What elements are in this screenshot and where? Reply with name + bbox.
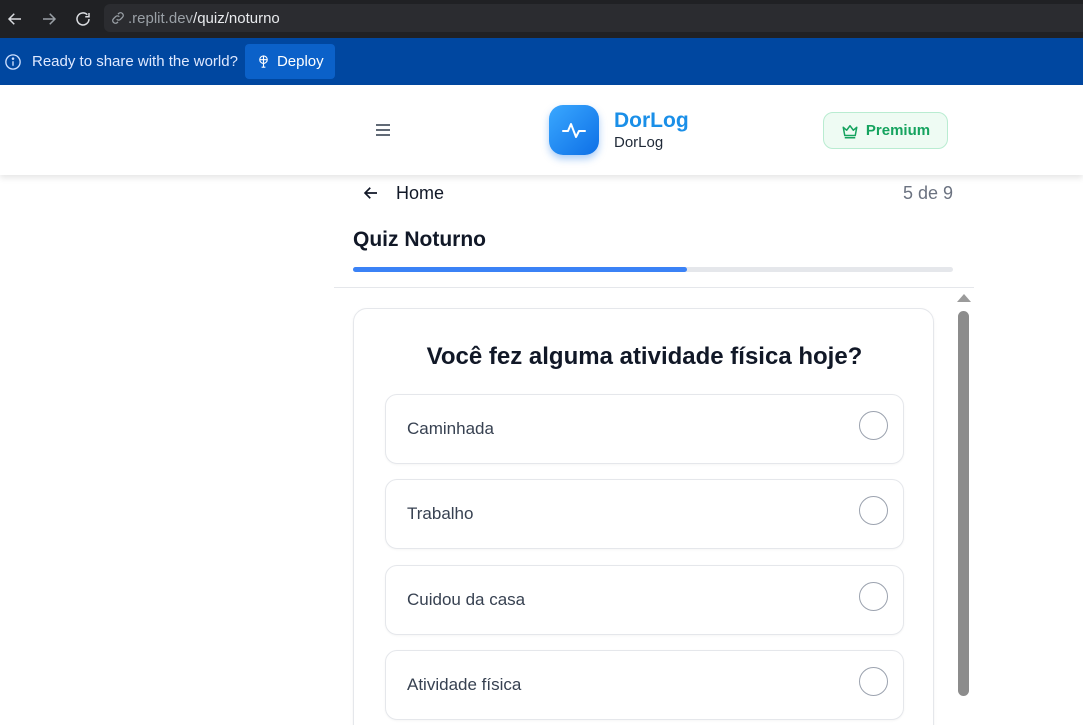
progress-fill	[353, 267, 687, 272]
address-bar[interactable]: .replit.dev/quiz/noturno	[104, 4, 1083, 32]
crown-icon	[842, 124, 858, 138]
browser-toolbar: .replit.dev/quiz/noturno	[0, 0, 1083, 38]
banner-text: Ready to share with the world?	[32, 53, 238, 70]
option-item[interactable]: Cuidou da casa	[385, 565, 904, 635]
option-label: Atividade física	[407, 675, 522, 694]
url-path: /quiz/noturno	[193, 9, 280, 27]
app-header: DorLog DorLog Premium	[0, 85, 1083, 175]
quiz-title: Quiz Noturno	[353, 228, 486, 251]
back-home-link[interactable]: Home	[362, 182, 444, 204]
divider	[334, 287, 974, 288]
url-text: .replit.dev/quiz/noturno	[128, 10, 280, 27]
option-label: Caminhada	[407, 419, 494, 438]
question-text: Você fez alguma atividade física hoje?	[426, 343, 863, 370]
option-item[interactable]: Atividade física	[385, 650, 904, 720]
arrow-back-icon[interactable]	[0, 2, 32, 36]
option-item[interactable]: Caminhada	[385, 394, 904, 464]
question-card: Você fez alguma atividade física hoje? C…	[353, 308, 934, 725]
radio-button[interactable]	[859, 496, 888, 525]
brand-subtitle: DorLog	[614, 134, 664, 151]
url-domain: .replit.dev	[128, 9, 194, 27]
link-icon	[112, 12, 124, 24]
option-item[interactable]: Trabalho	[385, 479, 904, 549]
arrow-left-icon	[363, 187, 377, 199]
radio-button[interactable]	[859, 582, 888, 611]
deploy-button[interactable]: Deploy	[244, 44, 335, 79]
premium-label: Premium	[865, 122, 931, 139]
step-counter: 5 de 9	[902, 183, 953, 203]
info-icon	[5, 53, 21, 70]
option-label: Cuidou da casa	[407, 590, 526, 609]
progress-bar	[353, 267, 953, 272]
reload-icon[interactable]	[66, 2, 100, 36]
premium-button[interactable]: Premium	[823, 112, 948, 149]
logo	[549, 105, 599, 155]
radio-button[interactable]	[859, 667, 888, 696]
option-label: Trabalho	[407, 504, 474, 523]
deploy-icon	[259, 55, 268, 68]
pulse-icon	[562, 123, 586, 138]
brand-title: DorLog	[614, 109, 689, 132]
scrollbar-thumb[interactable]	[958, 311, 969, 696]
radio-button[interactable]	[859, 411, 888, 440]
scroll-up-arrow[interactable]	[957, 294, 971, 302]
deploy-banner: Ready to share with the world? Deploy	[0, 38, 1083, 85]
arrow-forward-icon[interactable]	[32, 2, 66, 36]
deploy-label: Deploy	[276, 53, 324, 70]
menu-icon[interactable]	[374, 123, 392, 137]
back-home-label: Home	[396, 182, 445, 203]
